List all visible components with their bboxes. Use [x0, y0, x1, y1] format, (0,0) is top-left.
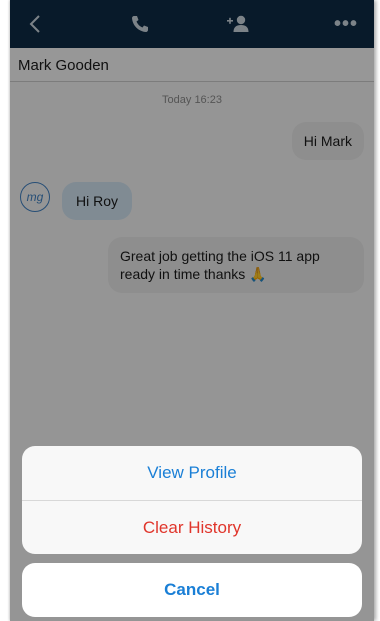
action-sheet: View Profile Clear History	[22, 446, 362, 554]
clear-history-button[interactable]: Clear History	[22, 500, 362, 554]
phone-screen: ••• Mark Gooden Today 16:23 Hi Mark mg H…	[10, 0, 374, 621]
cancel-button[interactable]: Cancel	[22, 563, 362, 617]
view-profile-button[interactable]: View Profile	[22, 446, 362, 500]
action-sheet-cancel: Cancel	[22, 563, 362, 617]
